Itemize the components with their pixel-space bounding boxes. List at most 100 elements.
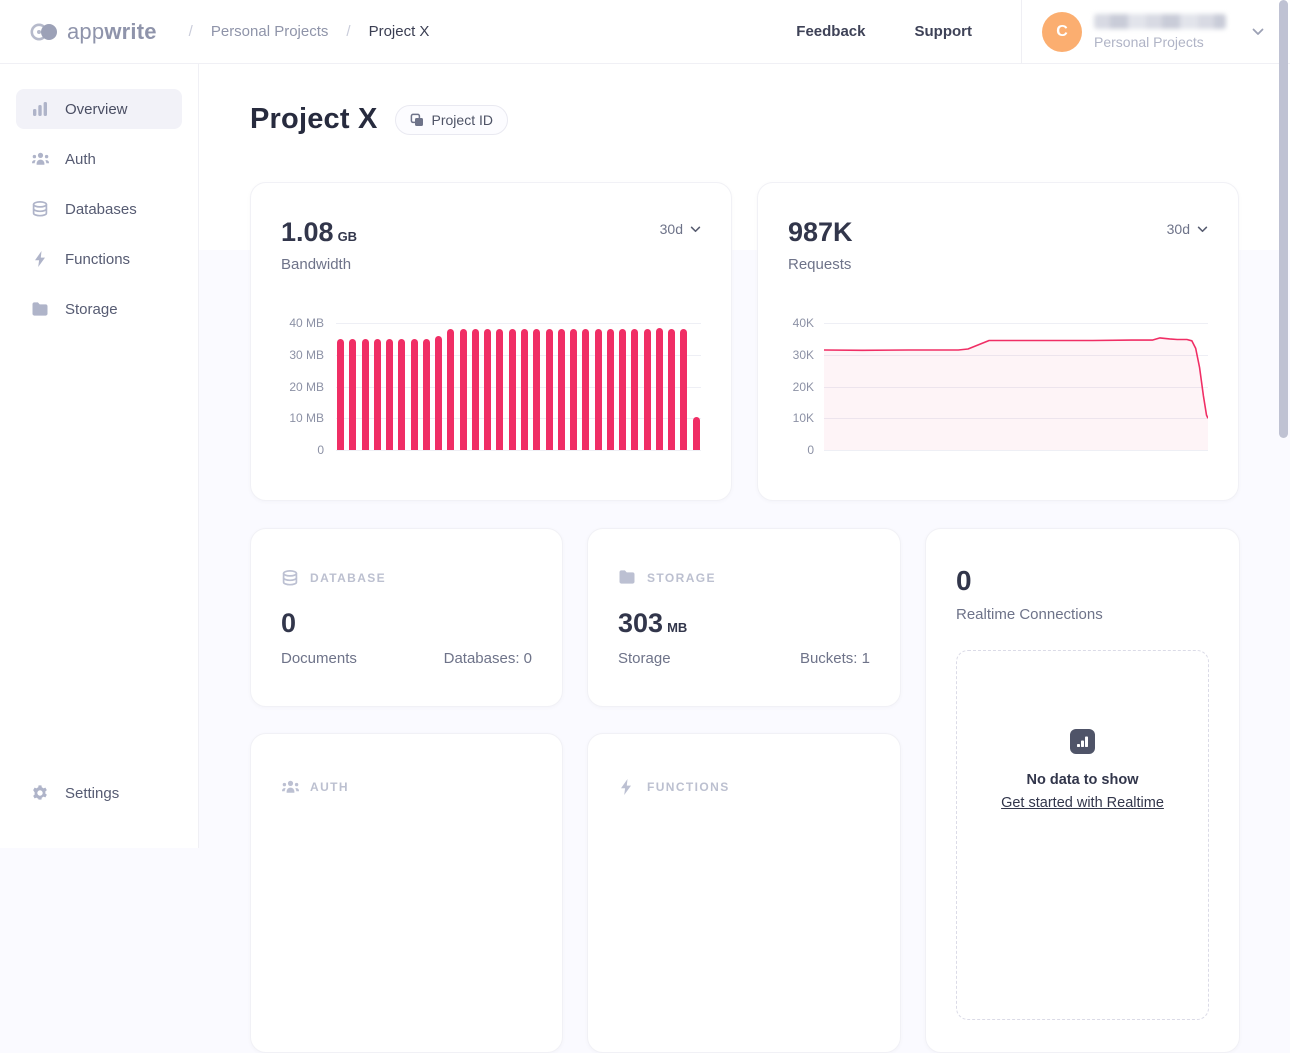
- folder-icon: [618, 569, 636, 587]
- requests-yaxis: 40K 30K 20K 10K 0: [788, 323, 814, 450]
- bandwidth-bar: [656, 328, 663, 450]
- copy-icon: [410, 113, 424, 127]
- ytick: 20 MB: [289, 380, 324, 394]
- requests-chart: 40K 30K 20K 10K 0: [788, 323, 1208, 450]
- bandwidth-card: 1.08GB Bandwidth 30d 40 MB 30 MB 20 MB: [250, 182, 732, 501]
- realtime-count: 0: [956, 565, 1209, 597]
- support-link[interactable]: Support: [915, 23, 973, 40]
- project-id-badge[interactable]: Project ID: [395, 105, 508, 135]
- sidebar-item-storage[interactable]: Storage: [16, 289, 182, 329]
- lightning-icon: [618, 778, 636, 796]
- range-value: 30d: [660, 221, 683, 237]
- bandwidth-range-select[interactable]: 30d: [660, 221, 701, 237]
- card-category-label: FUNCTIONS: [647, 780, 730, 794]
- requests-area: [824, 338, 1208, 450]
- breadcrumb-parent[interactable]: Personal Projects: [211, 23, 329, 40]
- breadcrumb-current[interactable]: Project X: [369, 23, 430, 40]
- bandwidth-bar: [546, 329, 553, 450]
- bandwidth-bar: [570, 329, 577, 450]
- sidebar-item-label: Functions: [65, 251, 130, 268]
- bandwidth-bar: [496, 329, 503, 450]
- bandwidth-bar: [619, 329, 626, 450]
- bandwidth-bar: [595, 329, 602, 450]
- bandwidth-chart: 40 MB 30 MB 20 MB 10 MB 0: [281, 323, 701, 450]
- requests-line-chart: [824, 323, 1208, 450]
- realtime-label: Realtime Connections: [956, 606, 1209, 623]
- bandwidth-bars: [336, 323, 701, 450]
- sidebar-item-label: Databases: [65, 201, 137, 218]
- ytick: 10K: [793, 411, 814, 425]
- bandwidth-bar: [447, 329, 454, 450]
- get-started-realtime-link[interactable]: Get started with Realtime: [1001, 795, 1164, 811]
- grid-line: [824, 450, 1208, 451]
- no-data-chart-icon: [1070, 729, 1095, 754]
- sidebar-item-label: Overview: [65, 101, 128, 118]
- vertical-scrollbar-thumb[interactable]: [1279, 0, 1288, 438]
- bandwidth-bar: [668, 329, 675, 450]
- bandwidth-bar: [582, 329, 589, 450]
- ytick: 30 MB: [289, 348, 324, 362]
- bandwidth-bar: [509, 329, 516, 450]
- requests-label: Requests: [788, 256, 853, 273]
- requests-plot: [824, 323, 1208, 450]
- logo-text: appwrite: [67, 19, 157, 45]
- lightning-icon: [30, 249, 50, 269]
- requests-card: 987K Requests 30d 40K 30K 20K 10K: [757, 182, 1239, 501]
- bandwidth-plot: [336, 323, 701, 450]
- breadcrumb: / Personal Projects / Project X: [189, 23, 430, 40]
- bandwidth-bar: [411, 339, 418, 450]
- database-card: DATABASE 0 Documents Databases: 0: [250, 528, 563, 707]
- bandwidth-bar: [644, 329, 651, 450]
- storage-label: Storage: [618, 650, 671, 667]
- sidebar-item-settings[interactable]: Settings: [16, 773, 182, 813]
- bandwidth-bar: [533, 329, 540, 450]
- bandwidth-total: 1.08: [281, 217, 334, 247]
- sidebar-item-databases[interactable]: Databases: [16, 189, 182, 229]
- user-menu[interactable]: C Personal Projects: [1042, 12, 1290, 52]
- storage-card: STORAGE 303MB Storage Buckets: 1: [587, 528, 901, 707]
- storage-unit: MB: [667, 620, 687, 635]
- appwrite-logo-icon: [30, 22, 58, 42]
- ytick: 0: [317, 443, 324, 457]
- sidebar-item-overview[interactable]: Overview: [16, 89, 182, 129]
- sidebar-item-auth[interactable]: Auth: [16, 139, 182, 179]
- ytick: 40 MB: [289, 316, 324, 330]
- chevron-down-icon: [1252, 28, 1264, 36]
- bandwidth-bar: [398, 339, 405, 450]
- sidebar-item-functions[interactable]: Functions: [16, 239, 182, 279]
- grid-line: [336, 450, 701, 451]
- page-title: Project X: [250, 103, 378, 136]
- sidebar-item-label: Auth: [65, 151, 96, 168]
- sidebar-item-label: Settings: [65, 785, 119, 802]
- database-icon: [281, 569, 299, 587]
- range-value: 30d: [1167, 221, 1190, 237]
- bandwidth-bar: [374, 339, 381, 450]
- storage-amount: 303: [618, 608, 663, 638]
- users-icon: [281, 778, 299, 796]
- appwrite-logo[interactable]: appwrite: [30, 19, 157, 45]
- sidebar-item-label: Storage: [65, 301, 118, 318]
- bandwidth-bar: [460, 329, 467, 450]
- bandwidth-bar: [693, 417, 700, 450]
- database-icon: [30, 199, 50, 219]
- ytick: 10 MB: [289, 411, 324, 425]
- user-name-redacted: [1094, 14, 1226, 29]
- card-category-label: AUTH: [310, 780, 349, 794]
- bandwidth-bar: [386, 339, 393, 450]
- card-category-label: DATABASE: [310, 571, 386, 585]
- user-org-label: Personal Projects: [1094, 34, 1226, 50]
- requests-range-select[interactable]: 30d: [1167, 221, 1208, 237]
- bandwidth-bar: [607, 329, 614, 450]
- chevron-down-icon: [690, 226, 701, 233]
- bandwidth-bar: [484, 329, 491, 450]
- user-meta: Personal Projects: [1094, 14, 1226, 50]
- breadcrumb-separator: /: [189, 23, 193, 40]
- chevron-down-icon: [1197, 226, 1208, 233]
- header-right: Feedback Support C Personal Projects: [796, 0, 1290, 63]
- bandwidth-bar: [472, 329, 479, 450]
- bandwidth-bar: [680, 329, 687, 450]
- bandwidth-bar: [423, 339, 430, 450]
- users-icon: [30, 149, 50, 169]
- functions-card: FUNCTIONS: [587, 733, 901, 1053]
- feedback-link[interactable]: Feedback: [796, 23, 865, 40]
